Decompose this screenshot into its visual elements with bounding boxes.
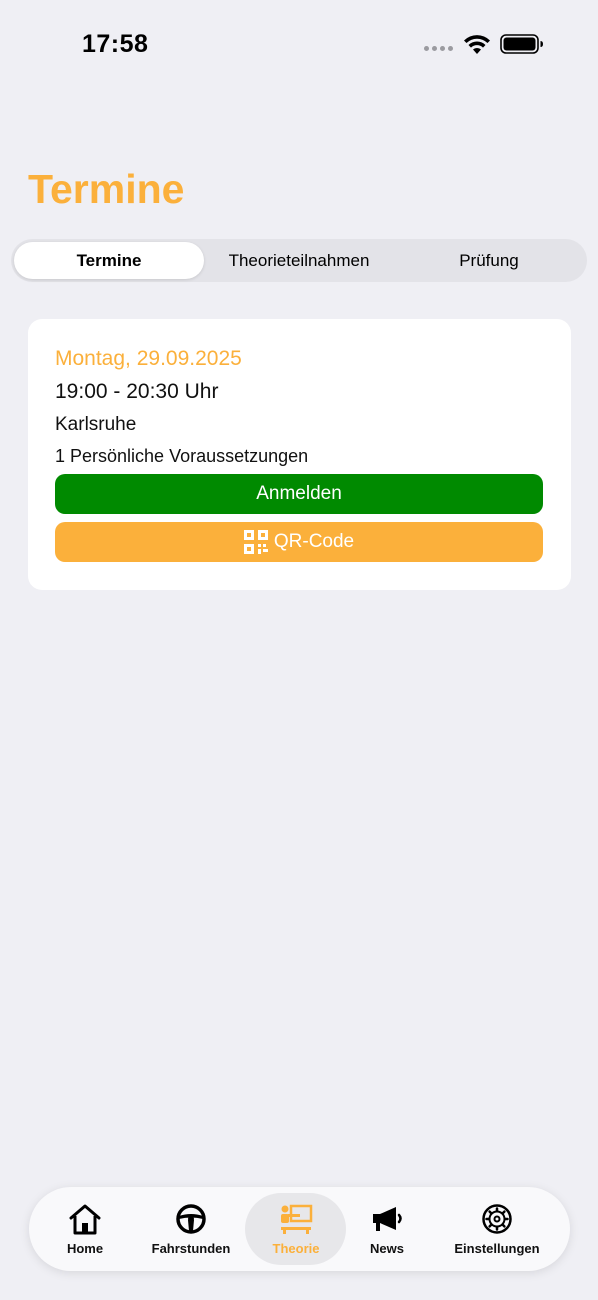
status-time: 17:58 xyxy=(82,30,149,58)
tab-einstellungen[interactable]: Einstellungen xyxy=(449,1187,545,1271)
segment-label: Prüfung xyxy=(459,250,519,270)
tab-label: Einstellungen xyxy=(454,1241,540,1256)
tab-theorie[interactable]: Theorie xyxy=(261,1187,331,1271)
page-title: Termine xyxy=(28,166,185,212)
segment-pruefung[interactable]: Prüfung xyxy=(394,242,584,279)
qr-code-button[interactable]: QR-Code xyxy=(55,522,543,562)
appointment-date: Montag, 29.09.2025 xyxy=(55,347,242,370)
segment-theorieteilnahmen[interactable]: Theorieteilnahmen xyxy=(204,242,394,279)
tab-bar: Home Fahrstunden Theorie News Einstellun… xyxy=(29,1187,570,1271)
tab-label: Fahrstunden xyxy=(151,1241,231,1256)
appointment-requirements: 1 Persönliche Voraussetzungen xyxy=(55,446,309,466)
classroom-icon xyxy=(281,1204,313,1234)
appointment-time: 19:00 - 20:30 Uhr xyxy=(55,380,219,403)
register-button-label: Anmelden xyxy=(256,483,342,504)
appointment-location: Karlsruhe xyxy=(55,414,137,435)
gear-icon xyxy=(482,1204,512,1234)
tab-label: News xyxy=(370,1241,404,1256)
qr-code-icon xyxy=(243,530,268,554)
segmented-control: Termine Theorieteilnahmen Prüfung xyxy=(11,239,587,282)
tab-fahrstunden[interactable]: Fahrstunden xyxy=(149,1187,233,1271)
qr-code-button-label: QR-Code xyxy=(273,531,355,552)
segment-termine[interactable]: Termine xyxy=(14,242,204,279)
megaphone-icon xyxy=(373,1207,402,1231)
steering-wheel-icon xyxy=(176,1204,206,1234)
register-button[interactable]: Anmelden xyxy=(55,474,543,514)
appointment-card: Montag, 29.09.2025 19:00 - 20:30 Uhr Kar… xyxy=(28,319,571,590)
wifi-icon xyxy=(464,35,490,54)
segment-label: Termine xyxy=(76,250,142,270)
house-icon xyxy=(69,1204,101,1235)
segment-label: Theorieteilnahmen xyxy=(228,250,370,270)
tab-news[interactable]: News xyxy=(367,1187,407,1271)
status-bar: 17:58 xyxy=(0,0,598,90)
battery-icon xyxy=(500,34,543,54)
tab-label: Theorie xyxy=(272,1241,320,1256)
tab-label: Home xyxy=(66,1241,104,1256)
tab-home[interactable]: Home xyxy=(65,1187,105,1271)
cellular-signal-icon xyxy=(424,46,453,51)
